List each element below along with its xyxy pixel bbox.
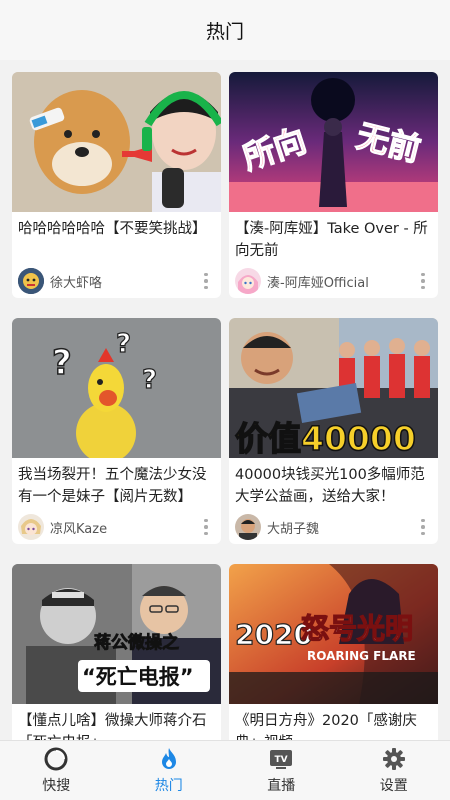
svg-text:“死亡电报”: “死亡电报” [82, 665, 194, 689]
svg-text:价值40000: 价值40000 [235, 419, 416, 458]
tab-label: 直播 [267, 778, 296, 794]
avatar[interactable] [18, 514, 44, 540]
video-thumbnail[interactable]: ? ? ? [12, 318, 221, 458]
video-thumbnail[interactable]: 2020 怒号光明 ROARING FLARE [229, 564, 438, 704]
tab-label: 设置 [379, 778, 408, 794]
thumbnail-image: 价值40000 [229, 318, 438, 458]
video-thumbnail[interactable]: 蒋公微操之 “死亡电报” [12, 564, 221, 704]
video-card[interactable]: 哈哈哈哈哈哈【不要笑挑战】 徐大虾咯 [12, 72, 221, 298]
author-row: 湊-阿库娅Official [229, 264, 438, 298]
author-row: 大胡子魏 [229, 510, 438, 544]
video-title[interactable]: 哈哈哈哈哈哈【不要笑挑战】 [12, 212, 221, 264]
svg-text:?: ? [116, 329, 131, 359]
bottom-tab-bar: 快搜 热门 TV 直播 设置 [0, 740, 450, 800]
avatar[interactable] [18, 268, 44, 294]
video-thumbnail[interactable] [12, 72, 221, 212]
svg-text:?: ? [52, 343, 72, 383]
tab-hot[interactable]: 热门 [113, 741, 226, 800]
svg-text:ROARING FLARE: ROARING FLARE [307, 649, 416, 663]
video-title[interactable]: 【湊-阿库娅】Take Over - 所向无前 [229, 212, 438, 264]
more-options-icon[interactable] [414, 518, 432, 536]
author-name[interactable]: 大胡子魏 [267, 518, 414, 537]
video-card[interactable]: 价值40000 40000块钱买光100多幅师范大学公益画，送给大家！ 大胡子魏 [229, 318, 438, 544]
tab-settings[interactable]: 设置 [338, 741, 450, 800]
tab-label: 快搜 [42, 778, 71, 794]
video-card[interactable]: 2020 怒号光明 ROARING FLARE 《明日方舟》2020「感谢庆典」… [229, 564, 438, 740]
thumbnail-image: 2020 怒号光明 ROARING FLARE [229, 564, 438, 704]
thumbnail-image: 所向 无前 [229, 72, 438, 212]
video-thumbnail[interactable]: 价值40000 [229, 318, 438, 458]
page-title-text: 热门 [205, 20, 244, 43]
video-title[interactable]: 【懂点儿啥】微操大师蒋介石「死亡电报」 [12, 704, 221, 740]
tab-quick-search[interactable]: 快搜 [0, 741, 113, 800]
video-title[interactable]: 40000块钱买光100多幅师范大学公益画，送给大家！ [229, 458, 438, 510]
thumbnail-image: 蒋公微操之 “死亡电报” [12, 564, 221, 704]
video-thumbnail[interactable]: 所向 无前 [229, 72, 438, 212]
svg-text:怒号光明: 怒号光明 [301, 612, 413, 645]
more-options-icon[interactable] [414, 272, 432, 290]
page-title: 热门 [0, 0, 450, 60]
thumbnail-image [12, 72, 221, 212]
flame-icon [161, 748, 176, 769]
video-title[interactable]: 我当场裂开！五个魔法少女没有一个是妹子【阅片无数】 [12, 458, 221, 510]
video-title[interactable]: 《明日方舟》2020「感谢庆典」视频 [229, 704, 438, 740]
author-name[interactable]: 凉风Kaze [50, 518, 197, 537]
avatar[interactable] [235, 268, 261, 294]
more-options-icon[interactable] [197, 518, 215, 536]
circle-search-icon [44, 747, 68, 771]
gear-icon [382, 748, 405, 770]
tv-icon: TV [270, 750, 293, 769]
thumbnail-image: ? ? ? [12, 318, 221, 458]
video-card[interactable]: 所向 无前 【湊-阿库娅】Take Over - 所向无前 湊-阿库娅Offic… [229, 72, 438, 298]
video-card[interactable]: 蒋公微操之 “死亡电报” 【懂点儿啥】微操大师蒋介石「死亡电报」 [12, 564, 221, 740]
svg-text:蒋公微操之: 蒋公微操之 [94, 632, 179, 653]
author-name[interactable]: 徐大虾咯 [50, 272, 197, 291]
tv-badge: TV [275, 755, 288, 765]
more-options-icon[interactable] [197, 272, 215, 290]
svg-text:?: ? [142, 365, 157, 395]
tab-label: 热门 [154, 778, 183, 794]
video-grid: 哈哈哈哈哈哈【不要笑挑战】 徐大虾咯 所向 无前 【湊-阿库娅】Take Ove… [0, 60, 450, 740]
author-row: 凉风Kaze [12, 510, 221, 544]
author-row: 徐大虾咯 [12, 264, 221, 298]
avatar[interactable] [235, 514, 261, 540]
author-name[interactable]: 湊-阿库娅Official [267, 272, 414, 291]
tab-live[interactable]: TV 直播 [225, 741, 338, 800]
video-card[interactable]: ? ? ? 我当场裂开！五个魔法少女没有一个是妹子【阅片无数】 凉风Kaze [12, 318, 221, 544]
